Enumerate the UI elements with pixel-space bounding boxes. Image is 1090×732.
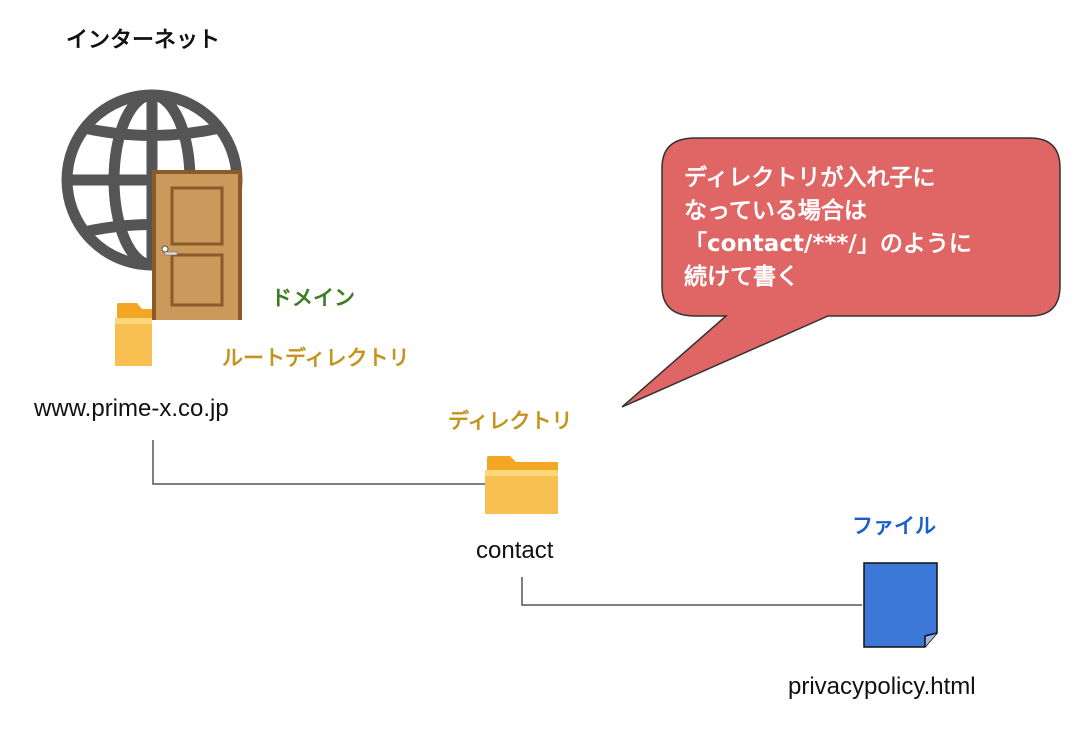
callout-line: 「contact/***/」のように bbox=[684, 231, 972, 257]
domain-name: www.prime-x.co.jp bbox=[34, 395, 229, 422]
folder-icon bbox=[485, 456, 558, 514]
callout-line: 続けて書く bbox=[684, 264, 799, 290]
file-name: privacypolicy.html bbox=[788, 673, 976, 700]
directory-name: contact bbox=[476, 537, 554, 564]
diagram-canvas bbox=[61, 89, 1061, 648]
page-title: インターネット bbox=[66, 28, 221, 53]
domain-label: ドメイン bbox=[271, 286, 355, 310]
directory-label: ディレクトリ bbox=[448, 409, 573, 433]
callout-line: なっている場合は bbox=[684, 198, 867, 224]
file-icon bbox=[863, 562, 938, 648]
callout-text: ディレクトリが入れ子に なっている場合は 「contact/***/」のように … bbox=[684, 162, 1044, 294]
connector-contact-to-file bbox=[521, 577, 862, 606]
root-folder-icon bbox=[115, 303, 152, 366]
root-directory-label: ルートディレクトリ bbox=[222, 346, 410, 370]
file-label: ファイル bbox=[852, 514, 936, 538]
callout-line: ディレクトリが入れ子に bbox=[684, 165, 936, 191]
connector-domain-to-contact bbox=[152, 440, 485, 485]
door-icon bbox=[152, 170, 242, 320]
